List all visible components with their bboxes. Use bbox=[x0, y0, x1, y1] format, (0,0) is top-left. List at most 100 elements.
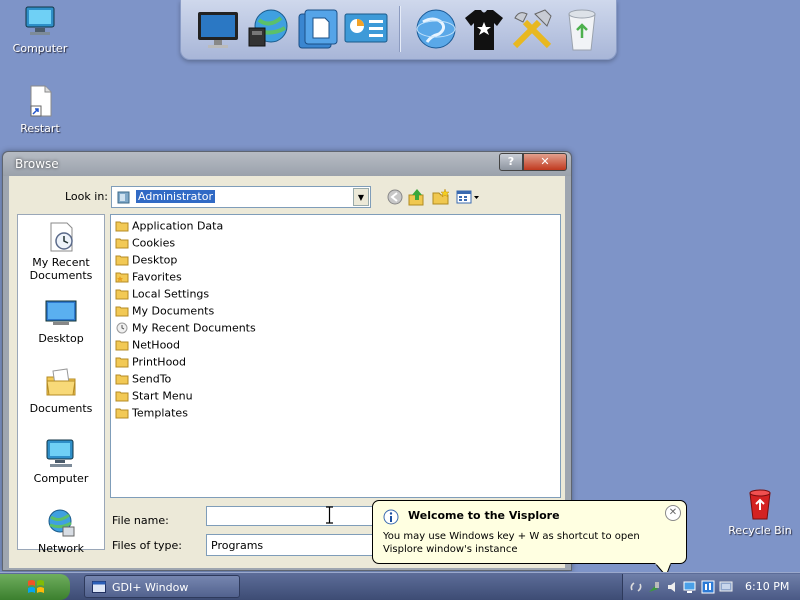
notification-balloon[interactable]: Welcome to the Visplore ✕ You may use Wi… bbox=[372, 500, 687, 564]
folder-icon bbox=[115, 255, 129, 266]
help-button[interactable]: ? bbox=[499, 153, 523, 171]
file-name: My Recent Documents bbox=[132, 321, 256, 335]
folder-icon bbox=[115, 238, 129, 249]
list-item[interactable]: Favorites bbox=[115, 268, 182, 285]
files-of-type-label: Files of type: bbox=[112, 539, 183, 552]
document-icon bbox=[298, 9, 338, 49]
list-item[interactable]: SendTo bbox=[115, 370, 171, 387]
list-item[interactable]: PrintHood bbox=[115, 353, 186, 370]
balloon-title: Welcome to the Visplore bbox=[408, 509, 560, 522]
chevron-down-icon[interactable]: ▼ bbox=[353, 188, 369, 206]
look-in-combo[interactable]: Administrator ▼ bbox=[111, 186, 371, 208]
list-item[interactable]: NetHood bbox=[115, 336, 180, 353]
text-cursor-icon bbox=[326, 506, 333, 524]
dock-item-recycle-bin[interactable] bbox=[559, 6, 605, 52]
file-name: Application Data bbox=[132, 219, 224, 233]
dock-item-tools[interactable] bbox=[509, 6, 555, 52]
desktop-icon bbox=[45, 300, 77, 325]
desktop-icon-recycle-bin[interactable]: Recycle Bin bbox=[720, 488, 800, 537]
computer-icon bbox=[46, 439, 74, 467]
volume-icon[interactable] bbox=[665, 580, 679, 594]
file-list[interactable]: Application Data Cookies Desktop Favorit… bbox=[110, 214, 561, 498]
dock-item-network[interactable] bbox=[245, 6, 291, 52]
globe-icon bbox=[416, 9, 456, 49]
balloon-text: You may use Windows key + W as shortcut … bbox=[383, 531, 640, 555]
documents-folder-icon bbox=[46, 368, 76, 396]
folder-icon bbox=[115, 391, 129, 402]
sync-icon[interactable] bbox=[629, 580, 643, 594]
place-label: Documents bbox=[29, 402, 93, 415]
file-name: NetHood bbox=[132, 338, 181, 352]
file-name: Local Settings bbox=[132, 287, 210, 301]
desktop-icon-label: Restart bbox=[20, 122, 60, 135]
file-name: SendTo bbox=[132, 372, 172, 386]
file-name: Templates bbox=[132, 406, 188, 420]
place-documents[interactable]: Documents bbox=[18, 367, 104, 415]
recent-folder-icon bbox=[116, 322, 128, 334]
place-label: Computer bbox=[33, 472, 89, 485]
file-name: Favorites bbox=[132, 270, 182, 284]
dock-item-monitor[interactable] bbox=[195, 6, 241, 52]
desktop-icon-restart[interactable]: Restart bbox=[0, 84, 80, 135]
list-item[interactable]: Templates bbox=[115, 404, 188, 421]
dock-item-tshirt[interactable] bbox=[461, 6, 507, 52]
look-in-value: Administrator bbox=[136, 190, 215, 203]
list-item[interactable]: Desktop bbox=[115, 251, 177, 268]
folder-icon bbox=[115, 357, 129, 368]
file-name-label: File name: bbox=[112, 514, 169, 527]
up-folder-icon[interactable] bbox=[407, 187, 427, 207]
list-item[interactable]: Application Data bbox=[115, 217, 223, 234]
close-button[interactable]: ✕ bbox=[523, 153, 567, 171]
safely-remove-icon[interactable] bbox=[647, 580, 661, 594]
folder-icon bbox=[115, 221, 129, 232]
back-icon[interactable] bbox=[385, 187, 405, 207]
list-item[interactable]: Cookies bbox=[115, 234, 175, 251]
dock-item-control-panel[interactable] bbox=[343, 6, 389, 52]
list-item[interactable]: Local Settings bbox=[115, 285, 209, 302]
places-bar: My Recent Documents Desktop Documents Co… bbox=[17, 214, 105, 555]
list-item[interactable]: My Documents bbox=[115, 302, 214, 319]
clock[interactable]: 6:10 PM bbox=[745, 580, 789, 593]
view-menu-icon[interactable] bbox=[455, 187, 481, 207]
list-item[interactable]: My Recent Documents bbox=[115, 319, 256, 336]
taskbar-button-label: GDI+ Window bbox=[112, 581, 189, 594]
list-item[interactable]: Start Menu bbox=[115, 387, 193, 404]
new-folder-icon[interactable] bbox=[431, 187, 451, 207]
recycle-bin-icon bbox=[749, 489, 771, 520]
file-name: My Documents bbox=[132, 304, 215, 318]
dock bbox=[180, 0, 617, 60]
dialog-title: Browse bbox=[15, 157, 59, 171]
tshirt-icon bbox=[465, 10, 503, 50]
place-label: My Recent Documents bbox=[29, 256, 93, 282]
display-tray-icon[interactable] bbox=[719, 580, 733, 594]
folder-icon bbox=[115, 374, 129, 385]
place-my-recent-documents[interactable]: My Recent Documents bbox=[18, 221, 104, 282]
folder-icon bbox=[115, 306, 129, 317]
place-desktop[interactable]: Desktop bbox=[18, 299, 104, 345]
favorites-folder-icon bbox=[115, 272, 129, 283]
dock-item-globe[interactable] bbox=[413, 6, 459, 52]
info-icon bbox=[383, 509, 399, 525]
taskbar-button-gdi-window[interactable]: GDI+ Window bbox=[84, 575, 240, 598]
desktop-icon-computer[interactable]: Computer bbox=[0, 4, 80, 55]
desktop-icon-label: Computer bbox=[12, 42, 68, 55]
window-icon bbox=[92, 581, 106, 593]
start-button[interactable] bbox=[0, 574, 70, 600]
file-name: Cookies bbox=[132, 236, 176, 250]
visplore-tray-icon[interactable] bbox=[701, 580, 715, 594]
file-name: PrintHood bbox=[132, 355, 187, 369]
file-name: Start Menu bbox=[132, 389, 193, 403]
tools-icon bbox=[512, 9, 552, 49]
taskbar: GDI+ Window 6:10 PM bbox=[0, 572, 800, 600]
place-network[interactable]: Network bbox=[18, 507, 104, 555]
look-in-label: Look in: bbox=[65, 190, 108, 203]
dialog-titlebar[interactable]: Browse ? ✕ bbox=[3, 152, 571, 176]
place-computer[interactable]: Computer bbox=[18, 437, 104, 485]
monitor-icon bbox=[198, 12, 238, 48]
folder-icon bbox=[115, 289, 129, 300]
balloon-close-button[interactable]: ✕ bbox=[665, 505, 681, 521]
computer-icon bbox=[25, 6, 55, 35]
dock-item-document[interactable] bbox=[295, 6, 341, 52]
system-tray: 6:10 PM bbox=[622, 574, 800, 600]
network-tray-icon[interactable] bbox=[683, 580, 697, 594]
